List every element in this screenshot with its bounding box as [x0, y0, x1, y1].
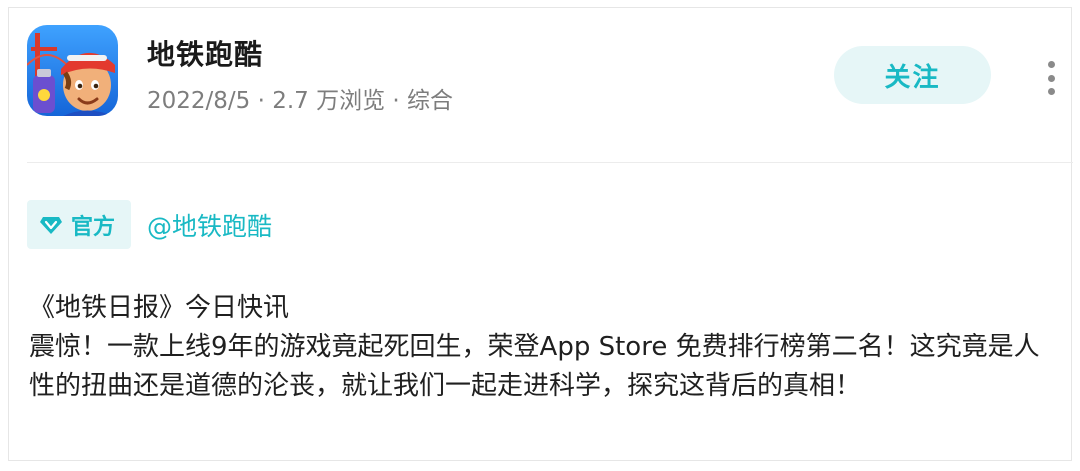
- official-label: 官方: [71, 214, 116, 240]
- author-name[interactable]: 地铁跑酷: [147, 33, 263, 73]
- post-content: 《地铁日报》今日快讯 震惊！一款上线9年的游戏竟起死回生，荣登App Store…: [29, 289, 1059, 406]
- diamond-icon: [40, 216, 62, 234]
- tag-row: 官方 @地铁跑酷: [27, 200, 272, 249]
- official-badge: 官方: [27, 200, 132, 249]
- more-dot: [1047, 74, 1055, 82]
- post-header: 地铁跑酷 2022/8/5 · 2.7 万浏览 · 综合 关注: [9, 8, 1071, 163]
- more-dot: [1047, 88, 1055, 95]
- post-card: 地铁跑酷 2022/8/5 · 2.7 万浏览 · 综合 关注 官方 @地铁跑酷…: [8, 7, 1073, 461]
- post-body: 震惊！一款上线9年的游戏竟起死回生，荣登App Store 免费排行榜第二名！这…: [29, 332, 1040, 401]
- post-meta: 2022/8/5 · 2.7 万浏览 · 综合: [147, 88, 454, 114]
- follow-button[interactable]: 关注: [834, 46, 991, 104]
- header-divider: [27, 162, 1073, 163]
- app-icon[interactable]: [27, 25, 118, 116]
- more-dot: [1047, 61, 1055, 68]
- mention-link[interactable]: @地铁跑酷: [147, 207, 272, 243]
- post-headline: 《地铁日报》今日快讯: [29, 293, 290, 323]
- more-vertical-icon[interactable]: [1039, 61, 1063, 95]
